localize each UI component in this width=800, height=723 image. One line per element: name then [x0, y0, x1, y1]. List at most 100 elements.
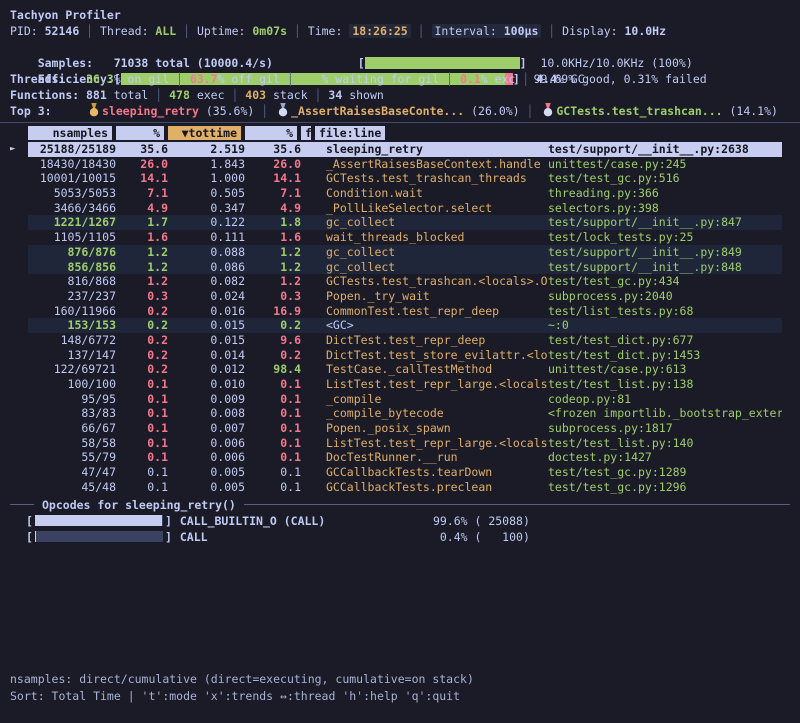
cell-file-line: threading.py:366	[548, 186, 782, 201]
cell-gap	[301, 142, 315, 157]
cell-file-line: test/test_gc.py:1289	[548, 465, 782, 480]
selected-row-marker	[10, 186, 28, 201]
info-label: Thread:	[100, 24, 155, 38]
segment-value: 4.4	[536, 72, 557, 86]
info-time[interactable]: Time: 18:26:25	[308, 24, 411, 38]
cell-pct-cumul: 1.6	[245, 230, 301, 245]
cell-gap	[301, 450, 315, 465]
separator: │	[148, 88, 169, 102]
medal-2-icon	[278, 103, 288, 117]
segment-value: 63.7	[190, 72, 218, 86]
table-row[interactable]: 1221/12671.70.1221.8gc_collecttest/suppo…	[10, 215, 782, 230]
info-value: 18:26:25	[349, 24, 410, 38]
info-value: 10.0Hz	[624, 24, 666, 38]
opcode-pct: 0.4%	[440, 530, 475, 544]
table-row[interactable]: 10001/1001514.11.00014.1GCTests.test_tra…	[10, 171, 782, 186]
table-row[interactable]: 5053/50537.10.5057.1Condition.waitthread…	[10, 186, 782, 201]
table-row[interactable]: 153/1530.20.0150.2<GC>~:0	[10, 318, 782, 333]
cell-nsamples: 1105/1105	[28, 230, 116, 245]
cell-function: Condition.wait	[315, 186, 548, 201]
info-bar: PID: 52146 │ Thread: ALL │ Uptime: 0m07s…	[10, 23, 800, 39]
table-row[interactable]: 66/670.10.0070.1Popen._posix_spawnsubpro…	[10, 421, 782, 436]
table-row[interactable]: 47/470.10.0050.1GCCallbackTests.tearDown…	[10, 465, 782, 480]
info-interval[interactable]: Interval: 100µs	[432, 24, 542, 38]
selected-row-marker	[10, 157, 28, 172]
opcode-bar	[35, 515, 163, 526]
cell-pct-direct: 1.6	[116, 230, 168, 245]
segment-value: 478	[169, 88, 190, 102]
threads-segments: 36.3% on gil │ 63.7% off gil │ 0.0% wait…	[86, 72, 585, 86]
table-row[interactable]: 100/1000.10.0100.1ListTest.test_repr_lar…	[10, 377, 782, 392]
cell-pct-cumul: 1.2	[245, 245, 301, 260]
selected-row-marker	[10, 245, 28, 260]
cell-function: ListTest.test_repr_large.<locals>.c...	[315, 377, 548, 392]
cell-nsamples: 45/48	[28, 480, 116, 495]
top3-item[interactable]: _AssertRaisesBaseConte... (26.0%)	[275, 104, 519, 118]
table-row[interactable]: 122/697210.20.01298.4TestCase._callTestM…	[10, 362, 782, 377]
samples-rate: 10.0KHz/10.0KHz (100%)	[540, 56, 692, 70]
cell-file-line: <frozen importlib._bootstrap_externa	[548, 406, 782, 421]
top3-pct: (26.0%)	[464, 104, 519, 118]
cell-pct-cumul: 0.1	[245, 377, 301, 392]
table-row[interactable]: 1105/11051.60.1111.6wait_threads_blocked…	[10, 230, 782, 245]
cell-file-line: test/lock_tests.py:25	[548, 230, 782, 245]
cell-nsamples: 3466/3466	[28, 201, 116, 216]
table-row[interactable]: 55/790.10.0060.1DocTestRunner.__rundocte…	[10, 450, 782, 465]
cell-function: gc_collect	[315, 245, 548, 260]
table-row[interactable]: 18430/1843026.01.84326.0_AssertRaisesBas…	[10, 157, 782, 172]
cell-gap	[301, 274, 315, 289]
cell-pct-direct: 0.1	[116, 436, 168, 451]
cell-nsamples: 58/58	[28, 436, 116, 451]
opcode-stat: 0.4% ( 100)	[400, 529, 530, 545]
cell-pct-direct: 7.1	[116, 186, 168, 201]
cell-file-line: unittest/case.py:613	[548, 362, 782, 377]
cell-pct-direct: 14.1	[116, 171, 168, 186]
column-header-[interactable]: %	[245, 126, 297, 140]
opcode-count: ( 100)	[474, 530, 529, 544]
cell-gap	[301, 215, 315, 230]
table-row[interactable]: ►25188/2518935.62.51935.6sleeping_retryt…	[10, 142, 782, 157]
top3-item[interactable]: GCTests.test_trashcan... (14.1%)	[540, 104, 778, 118]
selected-row-marker	[10, 465, 28, 480]
column-header-fileline[interactable]: file:line	[315, 126, 385, 140]
cell-pct-cumul: 14.1	[245, 171, 301, 186]
functions-line: Functions:881 total │ 478 exec │ 403 sta…	[10, 87, 800, 103]
table-row[interactable]: 876/8761.20.0881.2gc_collecttest/support…	[10, 245, 782, 260]
top3-item[interactable]: sleeping_retry (35.6%)	[86, 104, 254, 118]
cell-pct-direct: 26.0	[116, 157, 168, 172]
column-header-tottime[interactable]: ▼tottime	[168, 126, 241, 140]
table-row[interactable]: 95/950.10.0090.1_compilecodeop.py:81	[10, 392, 782, 407]
cell-function: ListTest.test_repr_large.<locals>.c...	[315, 436, 548, 451]
table-header: nsamples% ▼tottime% function file:line	[10, 125, 782, 141]
table-row[interactable]: 148/67720.20.0159.6DictTest.test_repr_de…	[10, 333, 782, 348]
table-row[interactable]: 856/8561.20.0861.2gc_collecttest/support…	[10, 260, 782, 275]
cell-pct-cumul: 0.2	[245, 318, 301, 333]
footer-keys: Sort: Total Time | 't':mode 'x':trends ↔…	[10, 688, 474, 705]
column-header-function[interactable]: function	[301, 126, 311, 140]
separator: │	[287, 24, 308, 38]
info-value: 0m07s	[252, 24, 287, 38]
table-row[interactable]: 58/580.10.0060.1ListTest.test_repr_large…	[10, 436, 782, 451]
table-row[interactable]: 237/2370.30.0240.3Popen._try_waitsubproc…	[10, 289, 782, 304]
table-row[interactable]: 160/119660.20.01616.9CommonTest.test_rep…	[10, 304, 782, 319]
table-row[interactable]: 45/480.10.0050.1GCCallbackTests.preclean…	[10, 480, 782, 495]
info-value: 52146	[45, 24, 80, 38]
column-header-[interactable]: %	[116, 126, 164, 140]
info-label: Uptime:	[197, 24, 252, 38]
column-header-nsamples[interactable]: nsamples	[28, 126, 112, 140]
top3-name: _AssertRaisesBaseConte...	[291, 104, 464, 118]
table-row[interactable]: 137/1470.20.0140.2DictTest.test_store_ev…	[10, 348, 782, 363]
cell-file-line: test/test_list.py:138	[548, 377, 782, 392]
medal-1-icon	[89, 103, 99, 117]
cell-pct-cumul: 9.6	[245, 333, 301, 348]
cell-nsamples: 5053/5053	[28, 186, 116, 201]
table-row[interactable]: 816/8681.20.0821.2GCTests.test_trashcan.…	[10, 274, 782, 289]
cell-function: DictTest.test_repr_deep	[315, 333, 548, 348]
cell-function: CommonTest.test_repr_deep	[315, 304, 548, 319]
table-row[interactable]: 83/830.10.0080.1_compile_bytecode<frozen…	[10, 406, 782, 421]
opcodes-title: Opcodes for sleeping_retry()	[34, 497, 244, 513]
cell-tottime: 0.007	[168, 421, 245, 436]
table-row[interactable]: 3466/34664.90.3474.9_PollLikeSelector.se…	[10, 201, 782, 216]
cell-tottime: 1.843	[168, 157, 245, 172]
cell-gap	[301, 392, 315, 407]
